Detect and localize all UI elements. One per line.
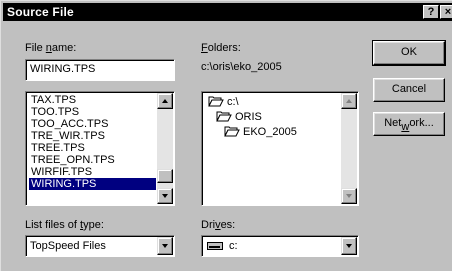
chevron-down-icon	[162, 244, 168, 248]
drives-dropdown-button[interactable]	[341, 237, 357, 255]
file-name-label-accel: n	[45, 42, 52, 54]
folder-tree-scrollbar[interactable]	[341, 93, 357, 204]
file-name-label: File name:	[25, 42, 77, 54]
title-bar[interactable]: Source File ? ×	[3, 3, 452, 21]
folders-label-accel: F	[201, 42, 208, 54]
folder-tree-item-label: EKO_2005	[243, 126, 297, 138]
open-folder-icon	[216, 110, 232, 122]
file-list-item[interactable]: TOO_ACC.TPS	[29, 118, 156, 130]
arrow-down-icon	[162, 194, 168, 198]
scroll-down-button[interactable]	[157, 188, 173, 204]
cancel-button[interactable]: Cancel	[373, 78, 445, 102]
file-list-scrollbar[interactable]	[157, 93, 173, 204]
open-folder-icon	[224, 125, 240, 137]
folder-tree-item[interactable]: ORIS	[216, 110, 262, 124]
help-button[interactable]: ?	[423, 5, 439, 19]
current-path: c:\oris\eko_2005	[201, 61, 282, 73]
folder-tree-item[interactable]: EKO_2005	[224, 125, 297, 139]
folders-label: Folders:	[201, 42, 241, 54]
open-folder-icon	[208, 95, 224, 107]
ok-button[interactable]: OK	[372, 40, 446, 66]
file-type-label-accel: t	[80, 219, 84, 231]
file-type-combo[interactable]: TopSpeed Files	[25, 235, 175, 257]
arrow-up-icon	[162, 99, 168, 103]
file-listbox[interactable]: TAX.TPS TOO.TPS TOO_ACC.TPS TRE_WIR.TPS TREE…	[25, 91, 175, 206]
folder-scroll-up-button[interactable]	[341, 93, 357, 109]
file-list-item[interactable]: WIRFIF.TPS	[29, 166, 156, 178]
network-button-label: Network...	[384, 117, 434, 133]
chevron-down-icon	[346, 244, 352, 248]
file-list-item[interactable]: TRE_WIR.TPS	[29, 130, 156, 142]
arrow-down-icon	[346, 194, 352, 198]
drive-icon	[207, 242, 223, 250]
folder-scroll-down-button[interactable]	[341, 188, 357, 204]
file-name-input[interactable]: WIRING.TPS	[25, 59, 175, 81]
file-type-label: List files of type:	[25, 219, 104, 231]
network-button[interactable]: Network...	[373, 112, 445, 136]
arrow-up-icon	[346, 99, 352, 103]
drives-label: Drives:	[201, 219, 236, 231]
ok-button-label: OK	[401, 46, 417, 58]
folder-tree-item-label: c:\	[227, 96, 239, 108]
file-type-value: TopSpeed Files	[30, 240, 106, 252]
folder-tree-item-label: ORIS	[235, 111, 262, 123]
file-list-item[interactable]: TAX.TPS	[29, 94, 156, 106]
close-button[interactable]: ×	[440, 5, 452, 19]
folder-tree-item[interactable]: c:\	[208, 95, 239, 109]
file-list-item[interactable]: TOO.TPS	[29, 106, 156, 118]
scroll-up-button[interactable]	[157, 93, 173, 109]
drive-value: c:	[229, 240, 238, 252]
source-file-dialog: Source File ? × File name: WIRING.TPS TA…	[0, 0, 452, 271]
scroll-thumb[interactable]	[157, 169, 173, 183]
file-list-item[interactable]: TREE.TPS	[29, 142, 156, 154]
cancel-button-label: Cancel	[391, 83, 427, 95]
file-list-item[interactable]: WIRING.TPS	[29, 178, 156, 190]
window-title: Source File	[7, 5, 74, 19]
drives-label-accel: v	[215, 219, 221, 231]
file-type-dropdown-button[interactable]	[157, 237, 173, 255]
folder-tree[interactable]: c:\ ORIS EKO_2005	[201, 91, 359, 206]
drives-combo[interactable]: c:	[201, 235, 359, 257]
file-list-items: TAX.TPS TOO.TPS TOO_ACC.TPS TRE_WIR.TPS TREE…	[29, 94, 156, 190]
file-list-item[interactable]: TREE_OPN.TPS	[29, 154, 156, 166]
